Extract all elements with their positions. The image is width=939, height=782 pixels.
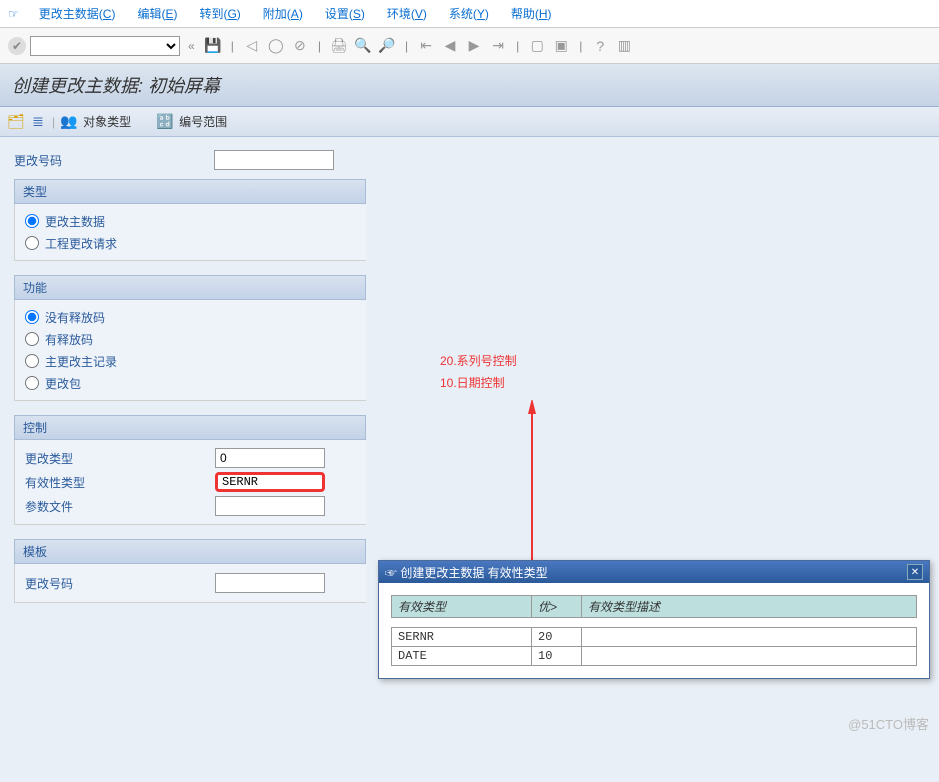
table-row[interactable]: SERNR20 — [392, 628, 917, 647]
object-type-label[interactable]: 对象类型 — [83, 113, 131, 130]
group-type: 类型 更改主数据 工程更改请求 — [14, 179, 366, 261]
col-description[interactable]: 有效类型描述 — [582, 596, 917, 618]
menu-help[interactable]: 帮助(H) — [501, 1, 562, 26]
group-function: 功能 没有释放码 有释放码 主更改主记录 更改包 — [14, 275, 366, 401]
template-change-number-input[interactable] — [215, 573, 325, 593]
prev-page-icon[interactable]: ◀ — [440, 36, 460, 56]
menu-system[interactable]: 系统(Y) — [439, 1, 499, 26]
toolbar-divider: « — [188, 39, 195, 53]
group-function-header: 功能 — [14, 275, 366, 300]
layout-icon[interactable]: ▥ — [614, 36, 634, 56]
exit-icon[interactable]: ☞ — [8, 7, 19, 21]
content-area: 更改号码 类型 更改主数据 工程更改请求 功能 没有释放码 有释放码 主更改主记… — [0, 137, 939, 782]
menu-environment[interactable]: 环境(V) — [377, 1, 437, 26]
group-template-header: 模板 — [14, 539, 366, 564]
annotation-arrow-icon — [522, 400, 542, 560]
last-page-icon[interactable]: ⇥ — [488, 36, 508, 56]
col-priority[interactable]: 优> — [532, 596, 582, 618]
next-page-icon[interactable]: ▶ — [464, 36, 484, 56]
shortcut-icon[interactable]: ▣ — [551, 36, 571, 56]
group-template: 模板 更改号码 — [14, 539, 366, 603]
number-range-icon[interactable]: 🔡 — [157, 114, 173, 130]
find-icon[interactable]: 🔍 — [353, 36, 373, 56]
radio-leading[interactable]: 主更改主记录 — [25, 350, 356, 372]
radio-change-master[interactable]: 更改主数据 — [25, 210, 356, 232]
tool-icon-1[interactable]: 🗂 — [8, 114, 24, 130]
change-type-value[interactable]: 0 — [215, 448, 325, 468]
help-icon[interactable]: ? — [590, 36, 610, 56]
save-icon[interactable]: 💾 — [203, 36, 223, 56]
app-toolbar: 🗂 ≣ | 👥 对象类型 🔡 编号范围 — [0, 107, 939, 137]
group-control: 控制 更改类型 0 有效性类型 SERNR 参数文件 — [14, 415, 366, 525]
param-file-row: 参数文件 — [25, 494, 356, 518]
table-header-row: 有效类型 优> 有效类型描述 — [392, 596, 917, 618]
group-control-header: 控制 — [14, 415, 366, 440]
param-file-label: 参数文件 — [25, 498, 215, 515]
popup-corner-icon: ☞ — [385, 566, 400, 580]
change-type-label: 更改类型 — [25, 450, 215, 467]
change-number-label: 更改号码 — [14, 152, 214, 169]
change-number-row: 更改号码 — [14, 147, 925, 173]
exit-icon-2[interactable]: ◯ — [266, 36, 286, 56]
system-toolbar: ✔ « 💾 | ◁ ◯ ⊘ | 🖨 🔍 🔎 | ⇤ ◀ ▶ ⇥ | ▢ ▣ | … — [0, 28, 939, 64]
template-change-number-label: 更改号码 — [25, 575, 215, 592]
enter-button[interactable]: ✔ — [8, 37, 26, 55]
col-validity-type[interactable]: 有效类型 — [392, 596, 532, 618]
tool-icon-2[interactable]: ≣ — [30, 114, 46, 130]
radio-no-release[interactable]: 没有释放码 — [25, 306, 356, 328]
menu-change-master[interactable]: 更改主数据(C) — [29, 1, 126, 26]
menu-extras[interactable]: 附加(A) — [253, 1, 313, 26]
new-session-icon[interactable]: ▢ — [527, 36, 547, 56]
popup-titlebar[interactable]: ☞ 创建更改主数据 有效性类型 ✕ — [379, 561, 929, 583]
first-page-icon[interactable]: ⇤ — [416, 36, 436, 56]
page-title: 创建更改主数据: 初始屏幕 — [0, 64, 939, 107]
popup-close-button[interactable]: ✕ — [907, 564, 923, 580]
validity-type-label: 有效性类型 — [25, 474, 215, 491]
change-type-row: 更改类型 0 — [25, 446, 356, 470]
print-icon[interactable]: 🖨 — [329, 36, 349, 56]
annotation-text: 20.系列号控制 10.日期控制 — [440, 350, 517, 394]
group-type-header: 类型 — [14, 179, 366, 204]
watermark: @51CTO博客 — [848, 714, 929, 733]
validity-type-value[interactable]: SERNR — [215, 472, 325, 492]
radio-ecr[interactable]: 工程更改请求 — [25, 232, 356, 254]
change-number-input[interactable] — [214, 150, 334, 170]
object-type-icon[interactable]: 👥 — [61, 114, 77, 130]
menu-edit[interactable]: 编辑(E) — [127, 1, 187, 26]
param-file-value[interactable] — [215, 496, 325, 516]
cancel-icon[interactable]: ⊘ — [290, 36, 310, 56]
validity-type-row: 有效性类型 SERNR — [25, 470, 356, 494]
table-row[interactable]: DATE10 — [392, 647, 917, 666]
number-range-label[interactable]: 编号范围 — [179, 113, 227, 130]
command-field[interactable] — [30, 36, 180, 56]
menu-settings[interactable]: 设置(S) — [315, 1, 375, 26]
find-next-icon[interactable]: 🔎 — [377, 36, 397, 56]
validity-type-table: 有效类型 优> 有效类型描述 SERNR20 DATE10 — [391, 595, 917, 666]
popup-title-text: 创建更改主数据 有效性类型 — [400, 566, 547, 580]
radio-release[interactable]: 有释放码 — [25, 328, 356, 350]
menubar: ☞ 更改主数据(C) 编辑(E) 转到(G) 附加(A) 设置(S) 环境(V)… — [0, 0, 939, 28]
menu-goto[interactable]: 转到(G) — [189, 1, 250, 26]
validity-type-popup: ☞ 创建更改主数据 有效性类型 ✕ 有效类型 优> 有效类型描述 SERNR20… — [378, 560, 930, 679]
radio-package[interactable]: 更改包 — [25, 372, 356, 394]
back-icon[interactable]: ◁ — [242, 36, 262, 56]
